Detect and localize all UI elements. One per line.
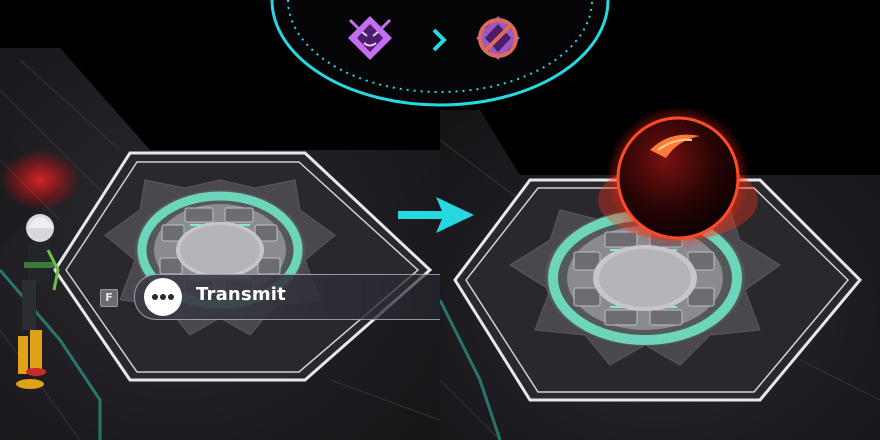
transform-hud (270, 0, 610, 107)
key-badge: F (100, 289, 118, 307)
chat-bubble-icon (144, 278, 182, 316)
prompt-label: Transmit (196, 284, 286, 305)
arrow-right-icon (398, 197, 474, 233)
interaction-prompt[interactable]: F Transmit (98, 271, 440, 321)
